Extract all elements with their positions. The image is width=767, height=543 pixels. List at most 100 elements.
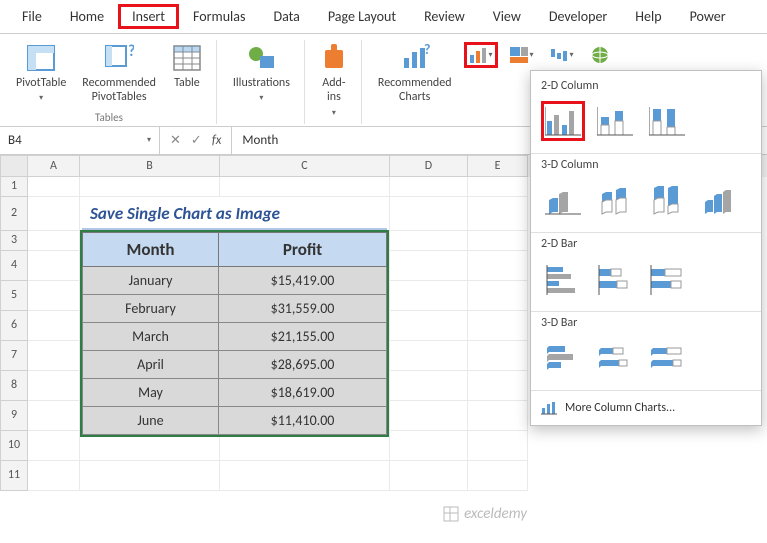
column-chart-dropdown[interactable]: ▾ <box>464 42 498 68</box>
recommended-pivottables-button[interactable]: ? Recommended PivotTables <box>76 40 162 109</box>
percent-stacked-bar-2d[interactable] <box>645 259 689 299</box>
row-header[interactable]: 5 <box>0 281 28 311</box>
cell[interactable] <box>390 401 468 431</box>
cell-profit[interactable]: $21,155.00 <box>219 322 387 350</box>
cell[interactable] <box>390 251 468 281</box>
stacked-column-3d[interactable] <box>593 180 637 220</box>
cell[interactable] <box>390 341 468 371</box>
cell-month[interactable]: March <box>83 322 219 350</box>
column-3d[interactable] <box>697 180 741 220</box>
cell[interactable] <box>468 177 528 197</box>
cell[interactable] <box>28 281 80 311</box>
cell-profit[interactable]: $31,559.00 <box>219 294 387 322</box>
clustered-column-2d[interactable] <box>541 101 585 141</box>
cancel-icon[interactable]: ✕ <box>168 133 183 148</box>
cell[interactable] <box>468 311 528 341</box>
cell[interactable] <box>28 197 80 231</box>
name-box[interactable]: B4 ▾ <box>0 127 160 154</box>
percent-stacked-column-3d[interactable] <box>645 180 689 220</box>
cell[interactable] <box>28 177 80 197</box>
row-header[interactable]: 7 <box>0 341 28 371</box>
cell[interactable] <box>28 311 80 341</box>
col-header-e[interactable]: E <box>468 155 528 177</box>
menu-review[interactable]: Review <box>410 4 479 29</box>
menu-data[interactable]: Data <box>259 4 313 29</box>
menu-file[interactable]: File <box>8 4 56 29</box>
pivottable-button[interactable]: PivotTable▾ <box>10 40 72 109</box>
cell-profit[interactable]: $15,419.00 <box>219 266 387 294</box>
menu-formulas[interactable]: Formulas <box>179 4 259 29</box>
cell[interactable] <box>390 431 468 461</box>
table-button[interactable]: Table <box>166 40 208 94</box>
menu-insert[interactable]: Insert <box>118 4 179 29</box>
cell[interactable] <box>468 231 528 251</box>
cell-profit[interactable]: $18,619.00 <box>219 378 387 406</box>
cell-title[interactable]: Save Single Chart as Image <box>80 197 390 231</box>
cell[interactable] <box>468 341 528 371</box>
cell[interactable] <box>28 461 80 491</box>
col-header-c[interactable]: C <box>220 155 390 177</box>
cell[interactable] <box>468 197 528 231</box>
cell[interactable] <box>220 177 390 197</box>
enter-icon[interactable]: ✓ <box>189 133 204 148</box>
cell[interactable] <box>28 431 80 461</box>
percent-stacked-bar-3d[interactable] <box>645 338 689 378</box>
cell[interactable] <box>220 461 390 491</box>
menu-power[interactable]: Power <box>676 4 740 29</box>
cell[interactable] <box>468 281 528 311</box>
row-header[interactable]: 3 <box>0 231 28 251</box>
cell[interactable] <box>28 251 80 281</box>
cell[interactable] <box>28 231 80 251</box>
row-header[interactable]: 6 <box>0 311 28 341</box>
select-all-corner[interactable] <box>0 155 28 177</box>
maps-button[interactable] <box>586 44 614 66</box>
row-header[interactable]: 10 <box>0 431 28 461</box>
waterfall-chart-dropdown[interactable]: ▾ <box>546 45 578 65</box>
menu-help[interactable]: Help <box>621 4 675 29</box>
percent-stacked-column-2d[interactable] <box>645 101 689 141</box>
col-header-a[interactable]: A <box>28 155 80 177</box>
cell-month[interactable]: January <box>83 266 219 294</box>
clustered-bar-3d[interactable] <box>541 338 585 378</box>
cell-month[interactable]: April <box>83 350 219 378</box>
cell-month[interactable]: June <box>83 406 219 434</box>
menu-page-layout[interactable]: Page Layout <box>314 4 410 29</box>
col-header-b[interactable]: B <box>80 155 220 177</box>
stacked-column-2d[interactable] <box>593 101 637 141</box>
cell[interactable] <box>390 197 468 231</box>
cell-profit[interactable]: $11,410.00 <box>219 406 387 434</box>
cell[interactable] <box>390 461 468 491</box>
row-header[interactable]: 2 <box>0 197 28 231</box>
cell[interactable] <box>390 177 468 197</box>
row-header[interactable]: 8 <box>0 371 28 401</box>
cell[interactable] <box>28 401 80 431</box>
cell[interactable] <box>390 231 468 251</box>
table-header-month[interactable]: Month <box>83 232 219 266</box>
addins-button[interactable]: Add- ins▾ <box>315 40 353 123</box>
cell[interactable] <box>468 431 528 461</box>
hierarchy-chart-dropdown[interactable]: ▾ <box>506 45 538 65</box>
more-column-charts[interactable]: More Column Charts... <box>531 395 761 421</box>
menu-home[interactable]: Home <box>56 4 118 29</box>
cell[interactable] <box>390 311 468 341</box>
stacked-bar-3d[interactable] <box>593 338 637 378</box>
clustered-column-3d[interactable] <box>541 180 585 220</box>
cell[interactable] <box>468 401 528 431</box>
menu-view[interactable]: View <box>479 4 535 29</box>
row-header[interactable]: 1 <box>0 177 28 197</box>
cell[interactable] <box>468 461 528 491</box>
row-header[interactable]: 4 <box>0 251 28 281</box>
illustrations-button[interactable]: Illustrations▾ <box>227 40 296 109</box>
recommended-charts-button[interactable]: ? Recommended Charts <box>372 40 458 109</box>
row-header[interactable]: 9 <box>0 401 28 431</box>
cell[interactable] <box>468 251 528 281</box>
cell-month[interactable]: February <box>83 294 219 322</box>
menu-developer[interactable]: Developer <box>535 4 621 29</box>
cell[interactable] <box>80 177 220 197</box>
stacked-bar-2d[interactable] <box>593 259 637 299</box>
clustered-bar-2d[interactable] <box>541 259 585 299</box>
row-header[interactable]: 11 <box>0 461 28 491</box>
fx-icon[interactable]: fx <box>210 133 224 148</box>
cell[interactable] <box>28 371 80 401</box>
col-header-d[interactable]: D <box>390 155 468 177</box>
